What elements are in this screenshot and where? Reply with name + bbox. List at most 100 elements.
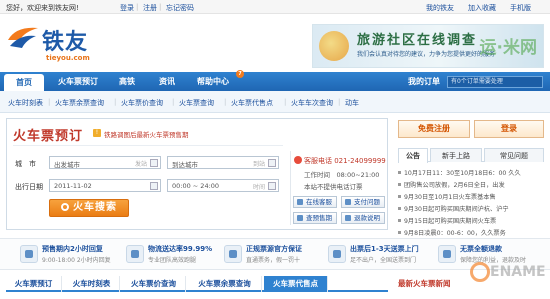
presale-notice-link[interactable]: 铁路调图后最新火车票预售期 bbox=[104, 129, 189, 139]
register-link[interactable]: 注册 bbox=[143, 3, 157, 13]
date-value: 2011-11-02 bbox=[54, 182, 92, 190]
separator: | bbox=[136, 3, 139, 11]
nav-item-high-speed[interactable]: 高铁 bbox=[110, 72, 144, 91]
notice-item[interactable]: 9月8日凌晨0：00-6：00，久久票务 bbox=[398, 228, 544, 237]
notice-item[interactable]: 9月15日起可购买国庆期间火车票 bbox=[398, 216, 544, 225]
notice-text: 10月17日11：30至10月18日6：00 久久 bbox=[404, 170, 521, 177]
payment-icon bbox=[345, 199, 351, 205]
feature-title: 无票全额退款 bbox=[460, 245, 502, 253]
date-input[interactable]: 2011-11-02 bbox=[49, 179, 161, 192]
banner-subtitle: 我们会认真对待您的建议，力争为您提供更好的服务 bbox=[357, 51, 496, 58]
greeting-text: 您好，欢迎来到铁友网! bbox=[6, 4, 79, 12]
chevron-down-icon[interactable] bbox=[268, 182, 276, 190]
watermark-logo: ENAME bbox=[470, 262, 546, 296]
subnav-item-remaining-tickets[interactable]: 火车票余票查询 bbox=[55, 98, 104, 108]
tab-faq[interactable]: 常见问题 bbox=[484, 148, 544, 162]
free-register-button[interactable]: 免费注册 bbox=[398, 120, 470, 138]
logo-mark-icon bbox=[8, 27, 38, 48]
mobile-site-link[interactable]: 手机版 bbox=[510, 3, 531, 13]
notice-text: 9月30日至10月1日火车票基本售 bbox=[404, 194, 496, 201]
tab-remaining-tickets[interactable]: 火车票余票查询 bbox=[188, 276, 262, 292]
from-city-placeholder: 出发城市 bbox=[54, 161, 80, 169]
forgot-password-link[interactable]: 忘记密码 bbox=[166, 3, 194, 13]
nav-item-news[interactable]: 资讯 bbox=[148, 72, 186, 91]
sub-nav: 火车时刻表 | 火车票余票查询 | 火车票价查询 | 火车票查询 | 火车票代售… bbox=[0, 91, 550, 113]
my-tieyou-link[interactable]: 我的铁友 bbox=[426, 3, 454, 13]
feature-door-delivery: 出票后1-3天送票上门 足不出户，全国送票到门 bbox=[328, 243, 428, 267]
subnav-item-timetable[interactable]: 火车时刻表 bbox=[8, 98, 43, 108]
tab-fare-query[interactable]: 火车票价查询 bbox=[122, 276, 186, 292]
refund-icon bbox=[438, 245, 456, 263]
subnav-item-agents[interactable]: 火车票代售点 bbox=[231, 98, 273, 108]
subnav-item-fare-query[interactable]: 火车票价查询 bbox=[121, 98, 163, 108]
banner-illustration bbox=[319, 31, 349, 61]
tab-train-booking[interactable]: 火车票预订 bbox=[6, 276, 62, 292]
feature-guarantee: 正规票源官方保证 直通票务，假一罚十 bbox=[224, 243, 324, 267]
service-hours: 工作时间 08:00~21:00 bbox=[304, 171, 380, 179]
survey-banner[interactable]: 旅游社区在线调查 我们会认真对待您的建议，力争为您提供更好的服务 运·米网 bbox=[312, 24, 544, 68]
bullet bbox=[398, 195, 401, 198]
add-favorite-link[interactable]: 加入收藏 bbox=[468, 3, 496, 13]
to-city-hint: 到站 bbox=[252, 161, 265, 168]
service-features: 预售期内2小时回复 9:00-18:00 2小时内回复 物流送达率99.99% … bbox=[0, 238, 550, 270]
feature-title: 正规票源官方保证 bbox=[246, 245, 302, 253]
tab-timetable[interactable]: 火车时刻表 bbox=[64, 276, 120, 292]
notice-item[interactable]: 9月30日至10月1日火车票基本售 bbox=[398, 192, 544, 201]
feature-desc: 9:00-18:00 2小时内回复 bbox=[42, 257, 111, 264]
service-phone: 客服电话 021-24099999 bbox=[304, 157, 386, 165]
nav-item-help-label: 帮助中心 bbox=[197, 77, 229, 86]
train-search-button[interactable]: 火车搜索 bbox=[49, 199, 129, 217]
notice-text: 9月15日起可购买国庆期间火车票 bbox=[404, 218, 497, 225]
search-icon bbox=[61, 203, 69, 211]
login-link[interactable]: 登录 bbox=[120, 3, 134, 13]
from-city-input[interactable]: 出发城市 发站 bbox=[49, 156, 161, 169]
watermark-logo: 运·米网 bbox=[479, 38, 537, 58]
bullet bbox=[398, 231, 401, 234]
separator: | bbox=[284, 98, 287, 106]
city-label: 城 市 bbox=[15, 160, 36, 168]
tab-agents[interactable]: 火车票代售点 bbox=[264, 276, 328, 292]
feature-desc: 直通票务，假一罚十 bbox=[246, 257, 301, 264]
feature-desc: 足不出户，全国送票到门 bbox=[350, 257, 417, 264]
latest-news-title: 最新火车票新闻 bbox=[398, 279, 451, 288]
nav-item-home[interactable]: 首页 bbox=[4, 74, 44, 91]
feature-reply: 预售期内2小时回复 9:00-18:00 2小时内回复 bbox=[20, 243, 120, 267]
notice-text: 9月30日起可购买国庆期间沪杭、沪宁 bbox=[404, 206, 509, 213]
presale-period-button[interactable]: 查预售期 bbox=[293, 212, 337, 224]
search-panel-title: 火车票预订 bbox=[13, 129, 84, 144]
to-city-input[interactable]: 到达城市 到站 bbox=[167, 156, 279, 169]
login-button[interactable]: 登录 bbox=[474, 120, 544, 138]
orders-dropdown[interactable]: 有0个订单需要处理 bbox=[447, 76, 543, 88]
refund-icon bbox=[345, 215, 351, 221]
subnav-item-train-number[interactable]: 火车车次查询 bbox=[291, 98, 333, 108]
city-picker-icon[interactable] bbox=[268, 159, 276, 167]
notice-text: 团购售公司放假，2月6日全日，出发 bbox=[404, 182, 505, 189]
date-label: 出行日期 bbox=[15, 183, 43, 191]
online-service-button[interactable]: 在线客服 bbox=[293, 196, 337, 208]
chat-icon bbox=[297, 199, 303, 205]
phone-icon bbox=[294, 156, 302, 164]
separator: | bbox=[338, 98, 341, 106]
bottom-tabs: 火车票预订 火车时刻表 火车票价查询 火车票余票查询 火车票代售点 bbox=[6, 276, 388, 292]
payment-help-button[interactable]: 支付问题 bbox=[341, 196, 385, 208]
top-bar: 您好，欢迎来到铁友网! 登录 | 注册 | 忘记密码 我的铁友 加入收藏 手机版 bbox=[0, 0, 550, 14]
notice-item[interactable]: 9月30日起可购买国庆期间沪杭、沪宁 bbox=[398, 204, 544, 213]
service-notice: 本站不提供电话订票 bbox=[304, 183, 363, 191]
help-badge: 7 bbox=[236, 70, 244, 78]
nav-item-help[interactable]: 帮助中心 7 bbox=[190, 70, 244, 91]
calendar-icon[interactable] bbox=[150, 182, 158, 190]
city-picker-icon[interactable] bbox=[150, 159, 158, 167]
nav-item-train-booking[interactable]: 火车票预订 bbox=[50, 72, 106, 91]
feature-title: 预售期内2小时回复 bbox=[42, 245, 103, 253]
bullet bbox=[398, 183, 401, 186]
subnav-item-ticket-query[interactable]: 火车票查询 bbox=[179, 98, 214, 108]
notice-item[interactable]: 团购售公司放假，2月6日全日，出发 bbox=[398, 180, 544, 189]
site-logo[interactable]: 铁友 tieyou.com bbox=[6, 18, 106, 68]
watermark-circle bbox=[470, 262, 490, 282]
refund-info-button[interactable]: 退款说明 bbox=[341, 212, 385, 224]
tab-announcements[interactable]: 公告 bbox=[398, 148, 428, 163]
time-select[interactable]: 00:00 ~ 24:00 时间 bbox=[167, 179, 279, 192]
tab-beginners[interactable]: 新手上路 bbox=[430, 148, 482, 162]
subnav-item-emu[interactable]: 动车 bbox=[345, 98, 359, 108]
notice-item[interactable]: 10月17日11：30至10月18日6：00 久久 bbox=[398, 168, 544, 177]
